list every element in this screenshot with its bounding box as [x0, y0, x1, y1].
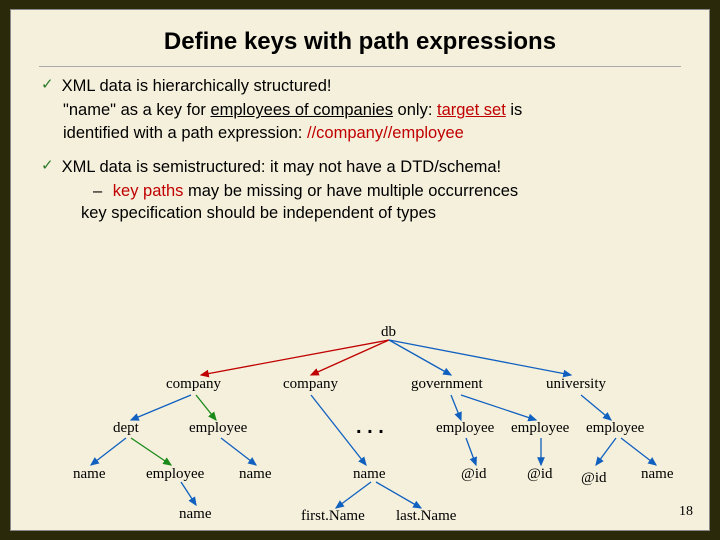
employees-of-companies: employees of companies [210, 101, 393, 119]
title-rule [39, 66, 681, 67]
txt: is [506, 101, 523, 119]
check-icon: ✓ [41, 156, 54, 178]
bullet-1-detail2: identified with a path expression: //com… [39, 122, 681, 144]
txt: may be missing or have multiple occurren… [183, 182, 518, 200]
node-name-2: name [239, 466, 271, 483]
dash-icon: – [93, 182, 102, 200]
txt: identified with a path expression: [63, 124, 307, 142]
txt: only: [393, 101, 437, 119]
page-number: 18 [679, 504, 693, 520]
slide: Define keys with path expressions ✓ XML … [10, 9, 710, 531]
bullet-1-text: XML data is hierarchically structured! [62, 75, 332, 97]
content-area: ✓ XML data is hierarchically structured!… [39, 75, 681, 225]
slide-title: Define keys with path expressions [39, 28, 681, 56]
node-firstname: first.Name [301, 508, 365, 525]
node-company-2: company [283, 376, 338, 393]
bullet-1: ✓ XML data is hierarchically structured! [39, 75, 681, 97]
node-employee-5: employee [146, 466, 204, 483]
txt: "name" as a key for [63, 101, 210, 119]
node-company-1: company [166, 376, 221, 393]
bullet-2-sub1: – key paths may be missing or have multi… [39, 180, 681, 202]
bullet-2-text: XML data is semistructured: it may not h… [62, 156, 502, 178]
node-government: government [411, 376, 483, 393]
node-atid-2: @id [527, 466, 552, 483]
node-db: db [381, 324, 396, 341]
node-employee-1: employee [189, 420, 247, 437]
node-dept: dept [113, 420, 139, 437]
bullet-1-detail: "name" as a key for employees of compani… [39, 99, 681, 121]
bullet-2-sub2: key specification should be independent … [39, 202, 681, 224]
key-paths: key paths [113, 182, 184, 200]
target-set: target set [437, 101, 506, 119]
node-university: university [546, 376, 606, 393]
node-name-5: name [179, 506, 211, 523]
node-employee-4: employee [586, 420, 644, 437]
path-expr: //company//employee [307, 124, 464, 142]
node-name-3: name [353, 466, 385, 483]
node-employee-3: employee [511, 420, 569, 437]
node-lastname: last.Name [396, 508, 456, 525]
ellipsis: . . . [356, 416, 384, 439]
node-employee-2: employee [436, 420, 494, 437]
node-atid-3: @id [581, 470, 606, 487]
node-atid-1: @id [461, 466, 486, 483]
tree-diagram: db company company government university… [11, 320, 711, 520]
node-name-1: name [73, 466, 105, 483]
txt: key specification should be independent … [81, 204, 436, 222]
node-name-4: name [641, 466, 673, 483]
check-icon: ✓ [41, 75, 54, 97]
bullet-2: ✓ XML data is semistructured: it may not… [39, 156, 681, 178]
